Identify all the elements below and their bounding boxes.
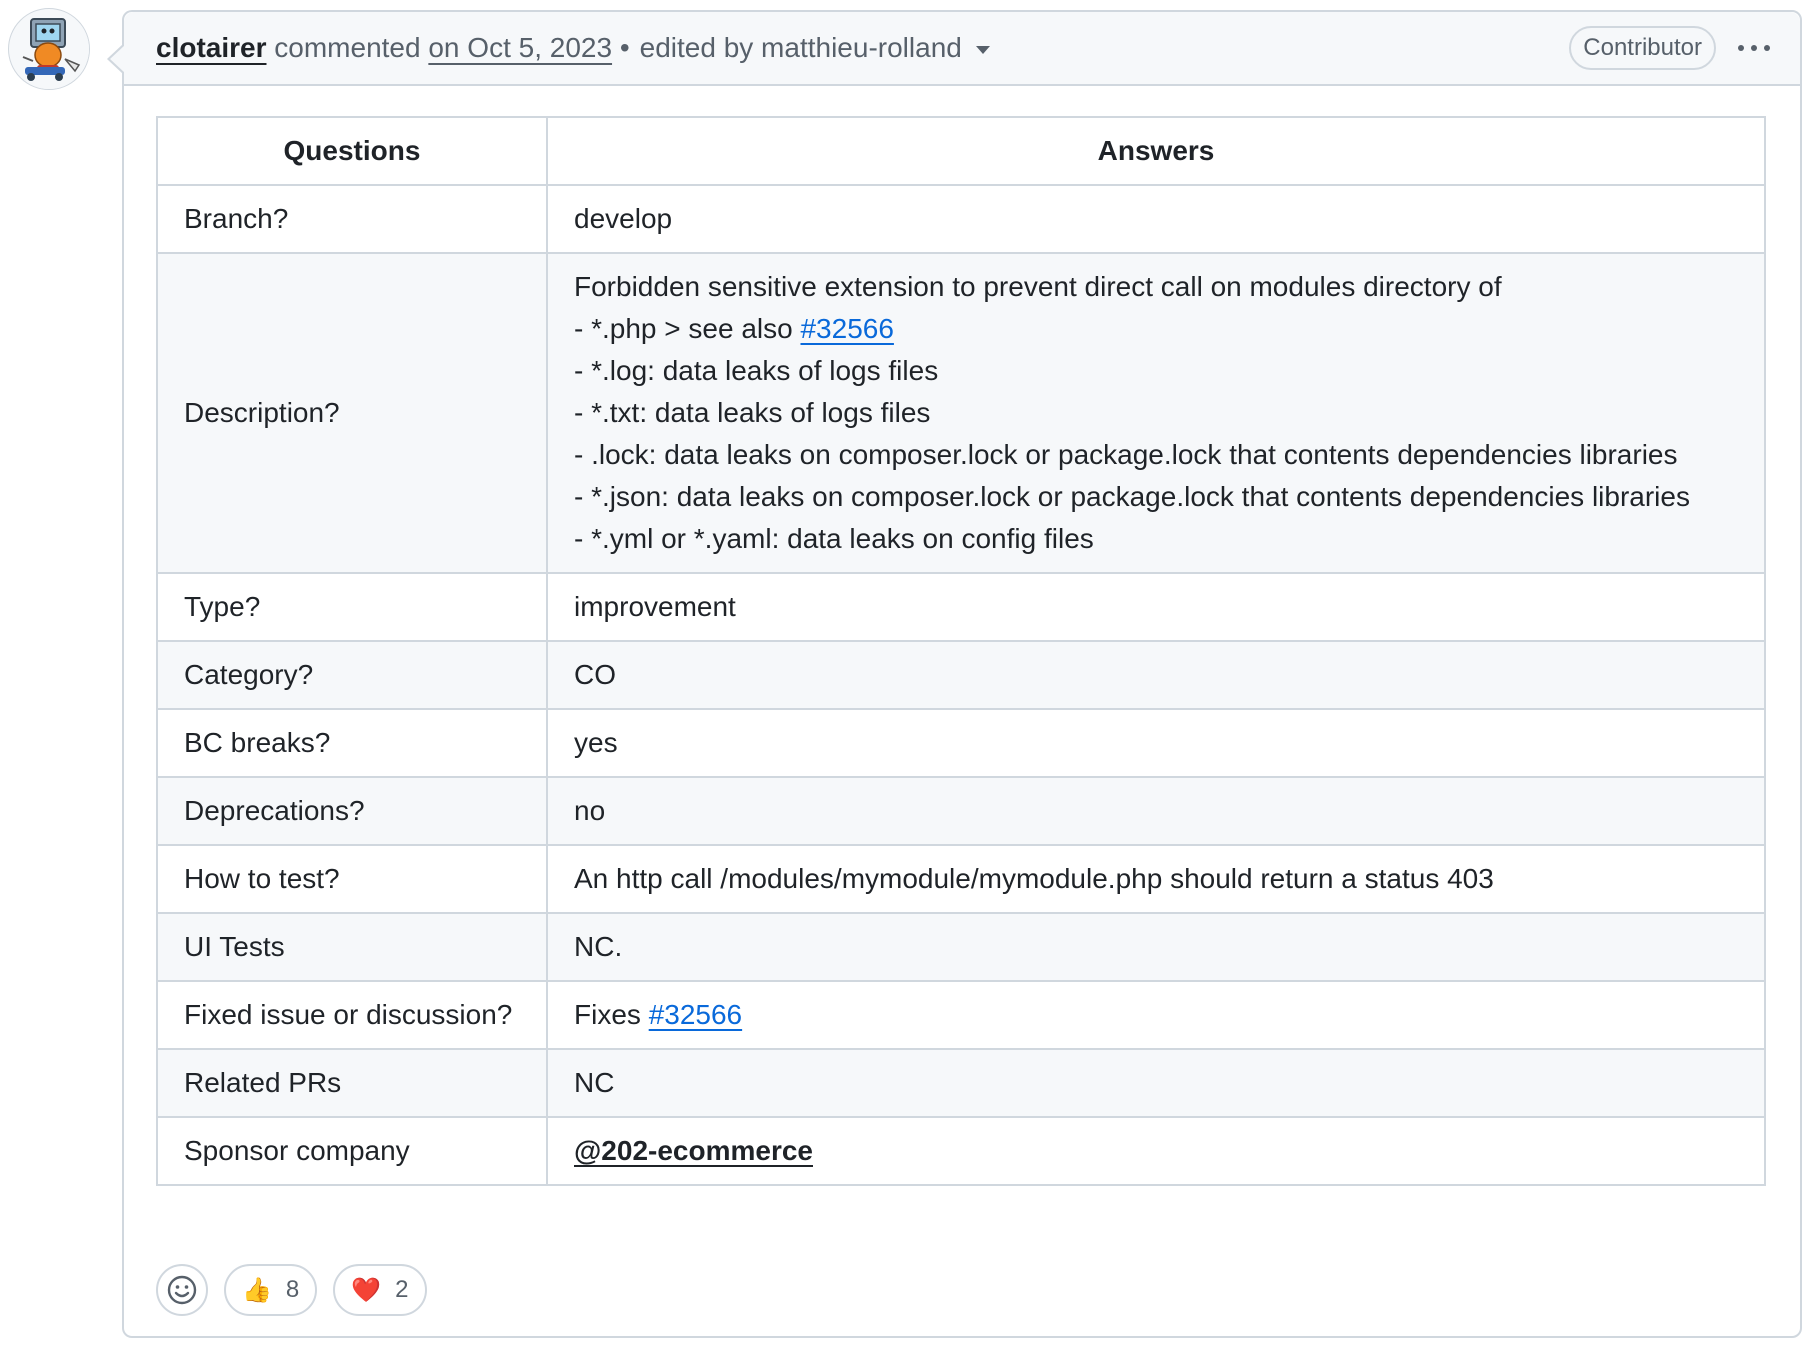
- description-line: - .lock: data leaks on composer.lock or …: [574, 439, 1678, 470]
- table-row: Sponsor company @202-ecommerce: [156, 1116, 1766, 1186]
- question-cell: Related PRs: [156, 1048, 548, 1118]
- answer-cell: yes: [546, 708, 1766, 778]
- sponsor-mention-link[interactable]: @202-ecommerce: [574, 1135, 813, 1166]
- answer-cell: improvement: [546, 572, 1766, 642]
- question-cell: Category?: [156, 640, 548, 710]
- question-cell: Type?: [156, 572, 548, 642]
- question-cell: Deprecations?: [156, 776, 548, 846]
- reaction-count: 2: [395, 1276, 409, 1303]
- answer-cell: NC: [546, 1048, 1766, 1118]
- thumbs-up-reaction-button[interactable]: 👍 8: [224, 1264, 318, 1316]
- heart-icon: ❤️: [351, 1276, 382, 1304]
- table-row: Description? Forbidden sensitive extensi…: [156, 252, 1766, 574]
- question-cell: Description?: [156, 252, 548, 574]
- reactions-bar: 👍 8 ❤️ 2: [156, 1264, 427, 1316]
- table-row: How to test? An http call /modules/mymod…: [156, 844, 1766, 914]
- issue-link[interactable]: #32566: [800, 313, 893, 344]
- answer-cell: Fixes #32566: [546, 980, 1766, 1050]
- description-line: - *.yml or *.yaml: data leaks on config …: [574, 523, 1094, 554]
- comment-action: commented: [274, 32, 421, 63]
- question-cell: BC breaks?: [156, 708, 548, 778]
- question-cell: Fixed issue or discussion?: [156, 980, 548, 1050]
- table-header-row: Questions Answers: [156, 116, 1766, 186]
- pr-template-table: Questions Answers Branch? develop Descri…: [156, 116, 1766, 1186]
- question-cell: How to test?: [156, 844, 548, 914]
- kebab-menu-icon[interactable]: [1738, 38, 1770, 58]
- comment-box: clotairer commented on Oct 5, 2023 • edi…: [107, 10, 1802, 1338]
- avatar[interactable]: [8, 8, 90, 90]
- table-row: BC breaks? yes: [156, 708, 1766, 778]
- table-row: Deprecations? no: [156, 776, 1766, 846]
- table-row: Related PRs NC: [156, 1048, 1766, 1118]
- description-answer-cell: Forbidden sensitive extension to prevent…: [546, 252, 1766, 574]
- answer-cell: @202-ecommerce: [546, 1116, 1766, 1186]
- answer-cell: An http call /modules/mymodule/mymodule.…: [546, 844, 1766, 914]
- description-line: - *.log: data leaks of logs files: [574, 355, 939, 386]
- add-reaction-button[interactable]: [156, 1264, 208, 1316]
- edited-by-text: edited by matthieu-rolland: [639, 32, 962, 63]
- fixes-issue-link[interactable]: #32566: [649, 999, 742, 1030]
- edit-history-dropdown[interactable]: edited by matthieu-rolland: [640, 32, 990, 64]
- separator-dot: •: [619, 32, 630, 63]
- answer-cell: no: [546, 776, 1766, 846]
- answer-cell: NC.: [546, 912, 1766, 982]
- answer-cell: CO: [546, 640, 1766, 710]
- author-link[interactable]: clotairer: [156, 32, 267, 64]
- description-line: - *.php > see also #32566: [574, 313, 894, 344]
- thumbs-up-icon: 👍: [242, 1276, 272, 1304]
- smiley-icon: [167, 1275, 197, 1305]
- triangle-down-icon: [975, 45, 990, 55]
- comment-header: clotairer commented on Oct 5, 2023 • edi…: [124, 12, 1800, 86]
- table-row: Branch? develop: [156, 184, 1766, 254]
- role-badge: Contributor: [1569, 26, 1716, 70]
- table-row: Category? CO: [156, 640, 1766, 710]
- question-cell: Branch?: [156, 184, 548, 254]
- question-cell: Sponsor company: [156, 1116, 548, 1186]
- comment-body: Questions Answers Branch? develop Descri…: [124, 86, 1800, 1186]
- comment-date-link[interactable]: on Oct 5, 2023: [428, 32, 612, 64]
- reaction-count: 8: [285, 1276, 300, 1303]
- table-row: UI Tests NC.: [156, 912, 1766, 982]
- table-row: Type? improvement: [156, 572, 1766, 642]
- answer-cell: develop: [546, 184, 1766, 254]
- table-header-answers: Answers: [546, 116, 1766, 186]
- robot-avatar-icon: [10, 10, 89, 89]
- table-row: Fixed issue or discussion? Fixes #32566: [156, 980, 1766, 1050]
- description-line: - *.txt: data leaks of logs files: [574, 397, 931, 428]
- description-line: - *.json: data leaks on composer.lock or…: [574, 481, 1690, 512]
- description-line: Forbidden sensitive extension to prevent…: [574, 271, 1502, 302]
- table-header-questions: Questions: [156, 116, 548, 186]
- heart-reaction-button[interactable]: ❤️ 2: [333, 1264, 427, 1316]
- question-cell: UI Tests: [156, 912, 548, 982]
